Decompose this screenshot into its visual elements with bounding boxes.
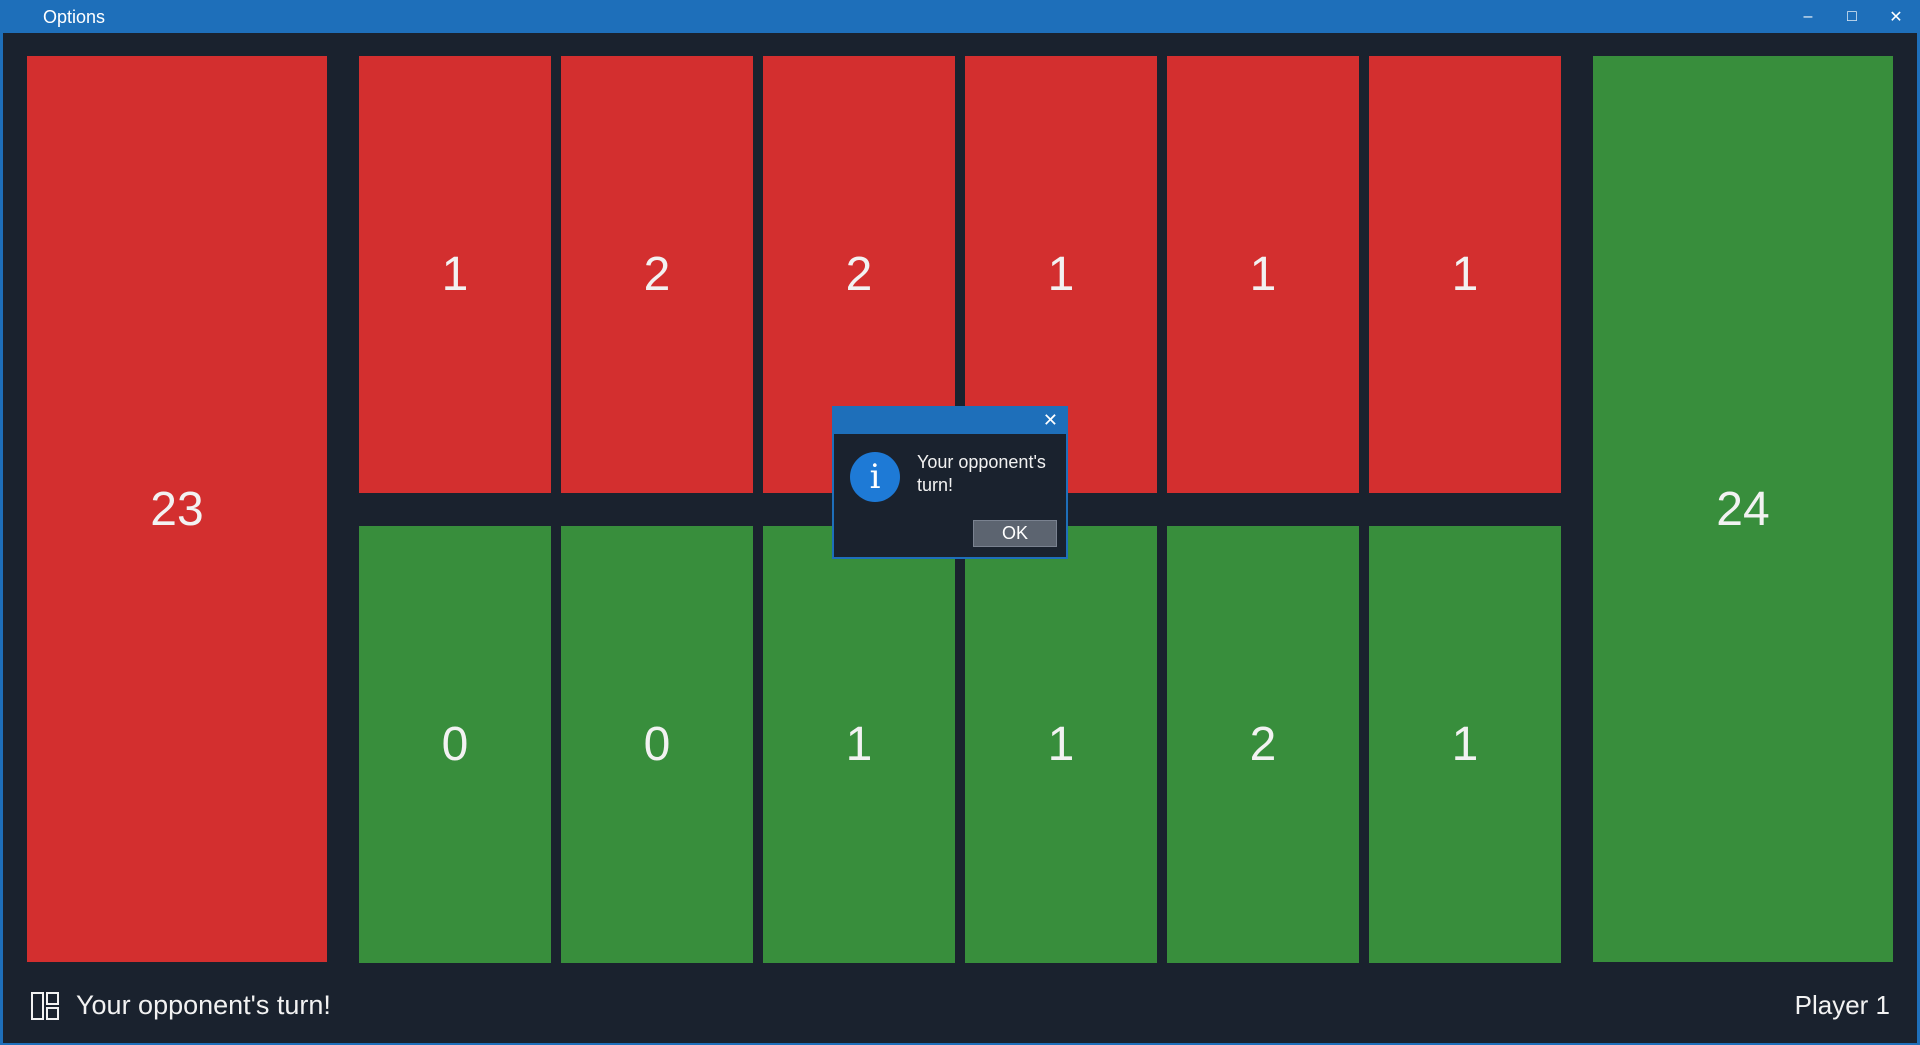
dialog-message: Your opponent's turn! [917,452,1046,495]
turn-dialog: ✕ i Your opponent's turn! OK [832,406,1068,559]
minimize-button[interactable]: – [1786,0,1830,33]
opponent-store: 23 [27,56,327,962]
opponent-pit-5[interactable]: 1 [1167,56,1359,493]
maximize-button[interactable]: □ [1830,0,1874,33]
status-message: Your opponent's turn! [76,990,331,1020]
opponent-pit-1[interactable]: 1 [359,56,551,493]
dialog-close-icon[interactable]: ✕ [1043,411,1058,429]
info-icon: i [850,452,900,502]
dialog-title-bar: ✕ [834,408,1066,434]
status-bar: Your opponent's turn! [30,990,331,1021]
close-button[interactable]: ✕ [1874,0,1918,33]
player-pit-2[interactable]: 0 [561,526,753,963]
player-pit-1[interactable]: 0 [359,526,551,963]
player-pit-5[interactable]: 2 [1167,526,1359,963]
window-title: Options [43,7,106,27]
current-player-label: Player 1 [1794,990,1890,1020]
opponent-pit-6[interactable]: 1 [1369,56,1561,493]
title-bar: Options – □ ✕ [0,0,1920,33]
ok-button[interactable]: OK [973,520,1057,547]
player-pit-3[interactable]: 1 [763,526,955,963]
player-pit-4[interactable]: 1 [965,526,1157,963]
player-store: 24 [1593,56,1893,962]
player-pit-6[interactable]: 1 [1369,526,1561,963]
board-icon [31,991,59,1020]
opponent-pit-2[interactable]: 2 [561,56,753,493]
